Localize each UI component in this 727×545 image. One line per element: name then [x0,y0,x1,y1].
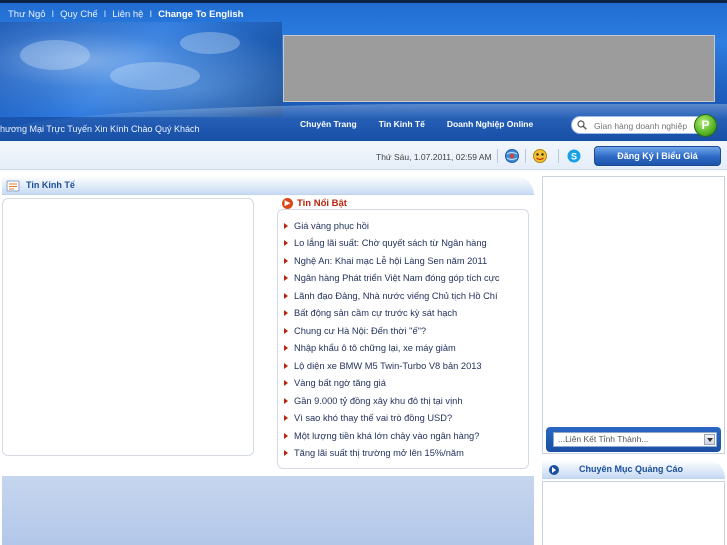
bullet-arrow-icon [284,222,288,229]
register-pricing-button[interactable]: Đăng Ký I Biểu Giá [594,146,721,166]
news-item[interactable]: Giá vàng phục hồi [284,217,528,235]
news-item-link[interactable]: Lãnh đạo Đảng, Nhà nước viếng Chủ tịch H… [294,291,498,301]
news-item-link[interactable]: Giá vàng phục hồi [294,221,369,231]
main-nav: Chuyên Trang Tin Kinh Tế Doanh Nghiệp On… [300,119,533,129]
featured-news-list: Giá vàng phục hồi Lo lắng lãi suất: Chờ q… [284,217,528,462]
news-item[interactable]: Lộ diện xe BMW M5 Twin-Turbo V8 bản 2013 [284,357,528,375]
news-item-link[interactable]: Lo lắng lãi suất: Chờ quyết sách từ Ngân… [294,238,487,248]
nav-tin-kinh-te[interactable]: Tin Kinh Tế [379,119,425,129]
top-menu-lien-he[interactable]: Liên hệ [112,9,143,20]
skype-icon[interactable]: S [566,148,582,164]
bullet-arrow-icon [284,415,288,422]
bullet-arrow-icon [284,450,288,457]
section-title: Tin Kinh Tế [26,180,75,190]
province-link-select[interactable]: ...Liên Kết Tỉnh Thành... [553,432,717,447]
site-header: Thư Ngỏ I Quy Chế I Liên hệ I Change To … [0,0,727,141]
news-item[interactable]: Chung cư Hà Nội: Đến thời "ế"? [284,322,528,340]
ads-panel [542,481,725,545]
section-header-bar: Tin Kinh Tế [2,176,534,195]
nav-doanh-nghiep-online[interactable]: Doanh Nghiệp Online [447,119,533,129]
news-item[interactable]: Nghệ An: Khai mạc Lễ hội Làng Sen năm 20… [284,252,528,270]
top-menu-separator: I [149,9,153,20]
bullet-arrow-icon [284,432,288,439]
toolbar-divider [497,149,498,163]
news-item-link[interactable]: Gần 9.000 tỷ đồng xây khu đô thị tại vịn… [294,396,463,406]
top-menu-separator: I [103,9,107,20]
news-item-link[interactable]: Vàng bất ngờ tăng giá [294,378,386,388]
bullet-arrow-icon [284,345,288,352]
bullet-arrow-icon [284,240,288,247]
search-input[interactable] [594,119,692,132]
news-item-link[interactable]: Một lượng tiền khá lớn chảy vào ngân hàn… [294,431,479,441]
news-item[interactable]: Ngân hàng Phát triển Việt Nam đóng góp t… [284,270,528,288]
news-item[interactable]: Gần 9.000 tỷ đồng xây khu đô thị tại vịn… [284,392,528,410]
toolbar-divider [525,149,526,163]
search-button[interactable]: P [694,114,717,137]
top-menu: Thư Ngỏ I Quy Chế I Liên hệ I Change To … [8,9,243,20]
news-item[interactable]: Bất động sản cầm cự trước kỳ sát hạch [284,305,528,323]
news-item[interactable]: Tăng lãi suất thị trường mở lên 15%/năm [284,445,528,463]
bullet-arrow-icon [284,327,288,334]
bullet-arrow-icon [284,275,288,282]
bullet-arrow-icon [284,380,288,387]
bullet-arrow-icon [284,397,288,404]
change-language-link[interactable]: Change To English [158,9,243,20]
featured-news-header: ▶ Tin Nổi Bật [282,198,347,209]
toolbar-divider [558,149,559,163]
news-item[interactable]: Vàng bất ngờ tăng giá [284,375,528,393]
news-item-link[interactable]: Nhập khẩu ô tô chững lại, xe máy giảm [294,343,456,353]
globe-banner-image [0,22,282,117]
current-datetime: Thứ Sáu, 1.07.2011, 02:59 AM [376,152,492,162]
province-select-value: ...Liên Kết Tỉnh Thành... [558,434,649,444]
newspaper-icon [6,180,20,192]
banner-placeholder [283,35,715,102]
news-item-link[interactable]: Nghệ An: Khai mạc Lễ hội Làng Sen năm 20… [294,256,487,266]
news-item-link[interactable]: Ngân hàng Phát triển Việt Nam đóng góp t… [294,273,500,283]
news-item[interactable]: Vì sao khó thay thế vai trò đồng USD? [284,410,528,428]
featured-news-title: Tin Nổi Bật [297,198,347,209]
welcome-marquee: hương Mại Trực Tuyến Xin Kính Chào Quý K… [0,124,200,134]
news-item[interactable]: Một lượng tiền khá lớn chảy vào ngân hàn… [284,427,528,445]
news-item-link[interactable]: Vì sao khó thay thế vai trò đồng USD? [294,413,452,423]
bullet-arrow-icon [284,292,288,299]
bottom-content-strip [2,476,534,545]
right-sidebar-panel [542,176,725,454]
messenger-icon[interactable] [532,148,548,164]
news-item-link[interactable]: Tăng lãi suất thị trường mở lên 15%/năm [294,448,464,458]
bullet-arrow-icon [284,310,288,317]
top-menu-thu-ngo[interactable]: Thư Ngỏ [8,9,46,20]
economy-content-panel [2,198,254,456]
chevron-down-icon[interactable] [704,434,715,445]
news-item-link[interactable]: Bất động sản cầm cự trước kỳ sát hạch [294,308,457,318]
bullet-arrow-icon [284,362,288,369]
globe-icon[interactable] [504,148,520,164]
svg-text:S: S [571,152,577,162]
news-item-link[interactable]: Chung cư Hà Nội: Đến thời "ế"? [294,326,426,336]
news-item[interactable]: Lo lắng lãi suất: Chờ quyết sách từ Ngân… [284,235,528,253]
top-dark-strip [0,0,727,3]
news-item[interactable]: Lãnh đạo Đảng, Nhà nước viếng Chủ tịch H… [284,287,528,305]
news-item[interactable]: Nhập khẩu ô tô chững lại, xe máy giảm [284,340,528,358]
news-item-link[interactable]: Lộ diện xe BMW M5 Twin-Turbo V8 bản 2013 [294,361,482,371]
nav-chuyen-trang[interactable]: Chuyên Trang [300,119,357,129]
arrow-circle-icon: ▶ [282,198,293,209]
search-box: P [571,114,717,137]
top-menu-separator: I [51,9,55,20]
top-menu-quy-che[interactable]: Quy Chế [60,9,98,20]
ads-section-title: Chuyên Mục Quảng Cáo [579,464,684,474]
search-icon [577,120,587,130]
bullet-arrow-icon [284,257,288,264]
play-circle-icon [549,465,559,475]
